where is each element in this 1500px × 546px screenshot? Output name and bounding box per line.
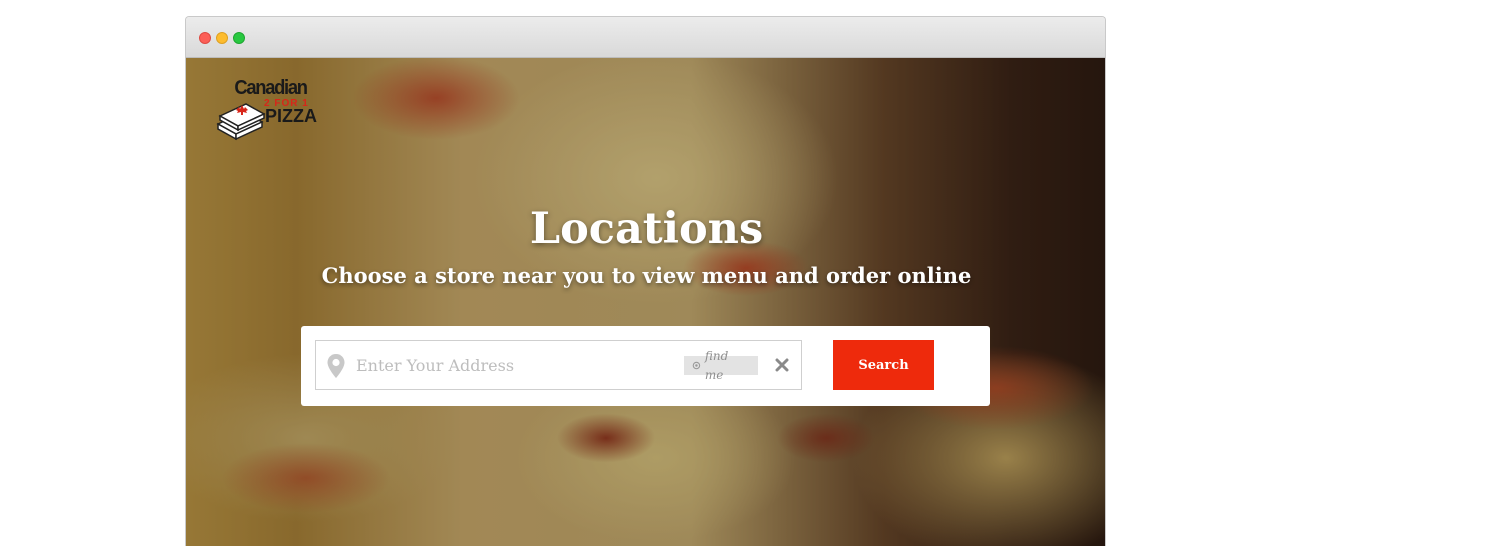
page-title: Locations [529, 204, 764, 254]
find-me-label: find me [704, 348, 729, 382]
logo-text-pizza: PIZZA [265, 106, 317, 126]
clear-address-button[interactable] [772, 355, 792, 375]
brand-logo[interactable]: Canadian 2 FOR 1 PIZZA [216, 74, 326, 142]
window-minimize-button[interactable] [216, 32, 228, 44]
pizza-box-icon [216, 103, 266, 141]
hero-banner: Canadian 2 FOR 1 PIZZA Locations Choose … [186, 58, 1105, 546]
address-input[interactable] [356, 342, 676, 388]
search-button[interactable]: Search [833, 340, 934, 390]
window-close-button[interactable] [199, 32, 211, 44]
window-titlebar [186, 17, 1105, 58]
find-me-button[interactable]: find me [684, 349, 758, 382]
locate-target-icon [692, 361, 701, 370]
map-pin-icon [327, 354, 345, 378]
logo-text-canadian: Canadian [234, 77, 308, 99]
browser-window: Canadian 2 FOR 1 PIZZA Locations Choose … [185, 16, 1106, 546]
page-subtitle: Choose a store near you to view menu and… [321, 263, 972, 288]
window-maximize-button[interactable] [233, 32, 245, 44]
close-icon [775, 358, 789, 372]
address-field: find me [315, 340, 802, 390]
location-search-panel: find me Search [301, 326, 990, 406]
